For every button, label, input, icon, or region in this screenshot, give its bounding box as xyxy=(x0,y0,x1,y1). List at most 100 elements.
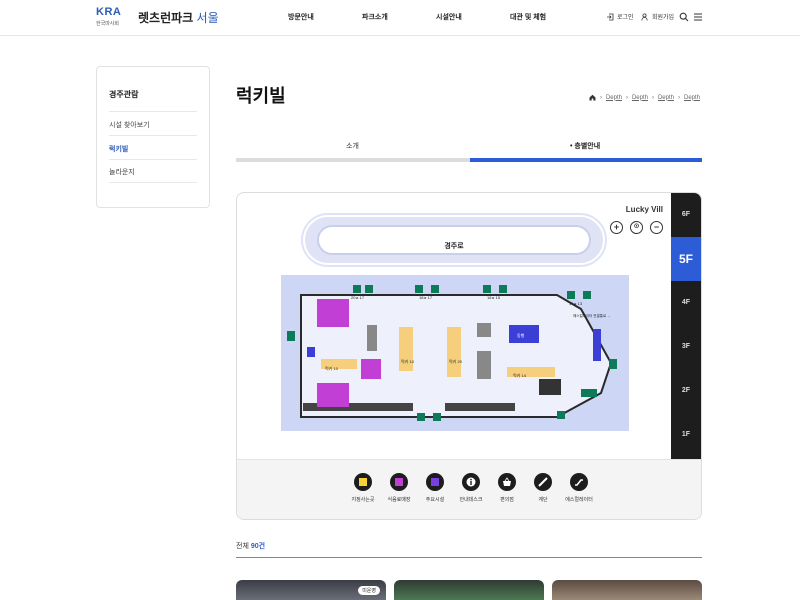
tab-indicator-active xyxy=(470,158,702,162)
breadcrumb-item[interactable]: Depth xyxy=(606,95,622,101)
gate-marker[interactable] xyxy=(415,285,423,293)
home-icon[interactable] xyxy=(589,94,596,101)
floor-plan xyxy=(281,275,629,431)
gate-marker[interactable] xyxy=(557,411,565,419)
stair-block xyxy=(477,323,491,337)
gate-marker[interactable] xyxy=(483,285,491,293)
user-plus-icon xyxy=(641,12,648,21)
tab-floor-guide[interactable]: • 층별안내 xyxy=(570,141,600,151)
gate-marker[interactable] xyxy=(433,413,441,421)
breadcrumb-sep: › xyxy=(677,94,680,101)
gate-label: 18 ▸ 17 xyxy=(419,295,433,300)
join-link[interactable]: 회원가입 xyxy=(641,12,674,21)
magenta-square-icon xyxy=(395,478,403,486)
building-name: Lucky Vill xyxy=(625,205,663,214)
gate-marker[interactable] xyxy=(417,413,425,421)
breadcrumb-item[interactable]: Depth xyxy=(632,95,648,101)
legend-badge xyxy=(462,473,480,491)
sidebar-divider xyxy=(109,111,197,112)
legend-label: 안내데스크 xyxy=(459,497,483,503)
floor-6f-button[interactable]: 6F xyxy=(671,211,701,218)
status-badge: 미운영 xyxy=(358,586,380,595)
search-icon[interactable] xyxy=(679,12,689,22)
gate-marker[interactable] xyxy=(499,285,507,293)
gate-marker[interactable] xyxy=(353,285,361,293)
legend-info-desk[interactable]: 안내데스크 xyxy=(451,473,491,503)
sidebar-item-luckyvill[interactable]: 럭키빌 xyxy=(109,144,128,154)
info-icon xyxy=(466,477,476,487)
brand-accent: 서울 xyxy=(196,11,219,25)
main-facility-block[interactable] xyxy=(593,329,601,361)
race-track-label: 경주로 xyxy=(444,243,464,250)
food-court-block[interactable] xyxy=(361,359,381,379)
gate-marker[interactable] xyxy=(431,285,439,293)
legend-badge xyxy=(354,473,372,491)
legend-convenience-store[interactable]: 편의점 xyxy=(487,473,527,503)
main-facility-block[interactable] xyxy=(307,347,315,357)
tab-intro[interactable]: 소개 xyxy=(346,141,359,151)
gate-marker[interactable] xyxy=(287,331,295,341)
zoom-reset-button[interactable]: ⊙ xyxy=(630,221,643,234)
zoom-in-button[interactable]: + xyxy=(610,221,623,234)
legend-stairs[interactable]: 계단 xyxy=(523,473,563,503)
facility-card-thumbnail[interactable] xyxy=(552,580,702,600)
nav-rental-experience[interactable]: 대관 및 체험 xyxy=(510,12,546,22)
zoom-out-button[interactable]: − xyxy=(650,221,663,234)
gate-marker[interactable] xyxy=(581,389,597,397)
nav-facilities[interactable]: 시설안내 xyxy=(436,12,462,22)
food-court-block[interactable] xyxy=(317,383,349,407)
floor-1f-button[interactable]: 1F xyxy=(671,431,701,438)
room-label: 동행 xyxy=(517,333,525,338)
facility-card-thumbnail[interactable]: 미운영 xyxy=(236,580,386,600)
nav-visit[interactable]: 방문안내 xyxy=(288,12,314,22)
gate-marker[interactable] xyxy=(365,285,373,293)
seating-room-b[interactable] xyxy=(447,327,461,377)
result-count-prefix: 전체 xyxy=(236,543,249,550)
gate-label: 16 ▸ 15 xyxy=(487,295,501,300)
race-track: 경주로 xyxy=(303,215,605,265)
legend-main-facility[interactable]: 주요시설 xyxy=(415,473,455,503)
legend-betting-place[interactable]: 지정사는곳 xyxy=(343,473,383,503)
facility-card-thumbnail[interactable] xyxy=(394,580,544,600)
floor-3f-button[interactable]: 3F xyxy=(671,343,701,350)
gate-marker[interactable] xyxy=(583,291,591,299)
legend-badge xyxy=(390,473,408,491)
gate-marker[interactable] xyxy=(567,291,575,299)
sidebar: 경주관람 시설 찾아보기 럭키빌 놀라운지 xyxy=(96,66,210,208)
sidebar-item-facility-search[interactable]: 시설 찾아보기 xyxy=(109,120,150,130)
gate-label: 20 ▸ 17 xyxy=(351,295,365,300)
legend-label: 에스컬레이터 xyxy=(565,497,593,503)
site-logo[interactable]: KRA 한국마사회 렛츠런파크 서울 xyxy=(96,6,226,30)
basket-icon xyxy=(503,477,511,486)
login-link[interactable]: 로그인 xyxy=(606,12,634,21)
result-count-value: 90건 xyxy=(250,543,266,550)
tab-floor-guide-label: 층별안내 xyxy=(574,143,601,150)
legend-food-store[interactable]: 식음료매장 xyxy=(379,473,419,503)
nav-park-intro[interactable]: 파크소개 xyxy=(362,12,388,22)
sidebar-item-nol-lounge[interactable]: 놀라운지 xyxy=(109,167,135,177)
breadcrumb-item[interactable]: Depth xyxy=(658,95,674,101)
floor-2f-button[interactable]: 2F xyxy=(671,387,701,394)
food-court-block[interactable] xyxy=(317,299,349,327)
breadcrumb-sep: › xyxy=(651,94,654,101)
stair-block xyxy=(477,351,491,379)
yellow-square-icon xyxy=(359,478,367,486)
stairs-icon xyxy=(538,477,548,487)
floor-4f-button[interactable]: 4F xyxy=(671,299,701,306)
breadcrumb-sep: › xyxy=(625,94,628,101)
legend-escalator[interactable]: 에스컬레이터 xyxy=(559,473,599,503)
race-track-inner: 경주로 xyxy=(317,225,591,255)
floor-map-card: Lucky Vill + ⊙ − 경주로 20 ▸ 17 18 ▸ 17 16 … xyxy=(236,192,702,520)
floor-5f-button[interactable]: 5F xyxy=(671,237,701,281)
corridor-wall xyxy=(445,403,515,411)
legend-label: 지정사는곳 xyxy=(351,497,375,503)
legend-label: 식음료매장 xyxy=(387,497,411,503)
floor-selector: 6F 5F 4F 3F 2F 1F xyxy=(671,193,701,459)
join-label: 회원가입 xyxy=(652,15,675,21)
legend-label: 주요시설 xyxy=(425,497,445,503)
gate-marker[interactable] xyxy=(609,359,617,369)
breadcrumb-item[interactable]: Depth xyxy=(684,95,700,101)
menu-icon[interactable] xyxy=(693,12,703,22)
login-icon xyxy=(607,13,614,20)
gate-label: 14 ▸ 13 xyxy=(569,301,583,306)
